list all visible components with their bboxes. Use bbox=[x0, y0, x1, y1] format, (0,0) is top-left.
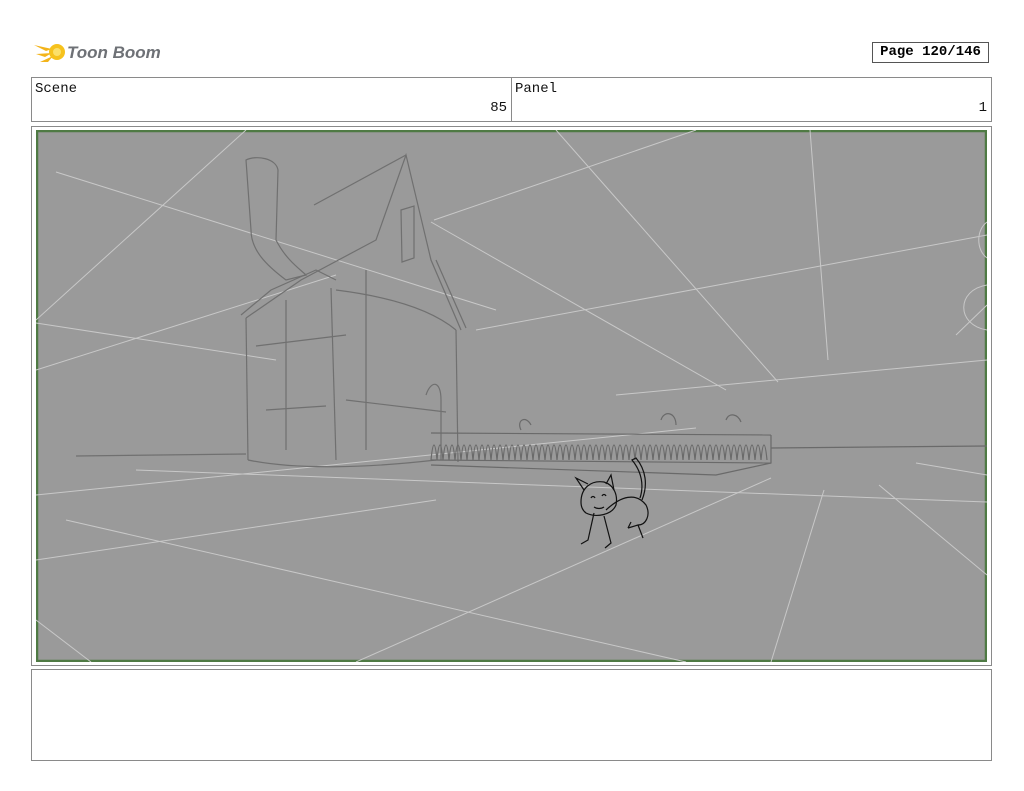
page-number: Page 120/146 bbox=[872, 42, 989, 63]
panel-number: 1 bbox=[978, 100, 987, 116]
storyboard-panel-sketch bbox=[36, 130, 987, 662]
panel-label: Panel bbox=[515, 81, 558, 97]
scene-number: 85 bbox=[490, 100, 507, 116]
toon-boom-logo: Toon Boom bbox=[32, 36, 162, 68]
scene-label: Scene bbox=[35, 81, 78, 97]
logo-wordmark: Toon Boom bbox=[67, 43, 161, 62]
scene-cell: Scene 85 bbox=[32, 78, 511, 121]
scene-panel-info: Scene 85 Panel 1 bbox=[31, 77, 992, 122]
panel-cell: Panel 1 bbox=[511, 78, 991, 121]
comet-logo-icon bbox=[34, 44, 65, 62]
panel-notes bbox=[31, 669, 992, 761]
